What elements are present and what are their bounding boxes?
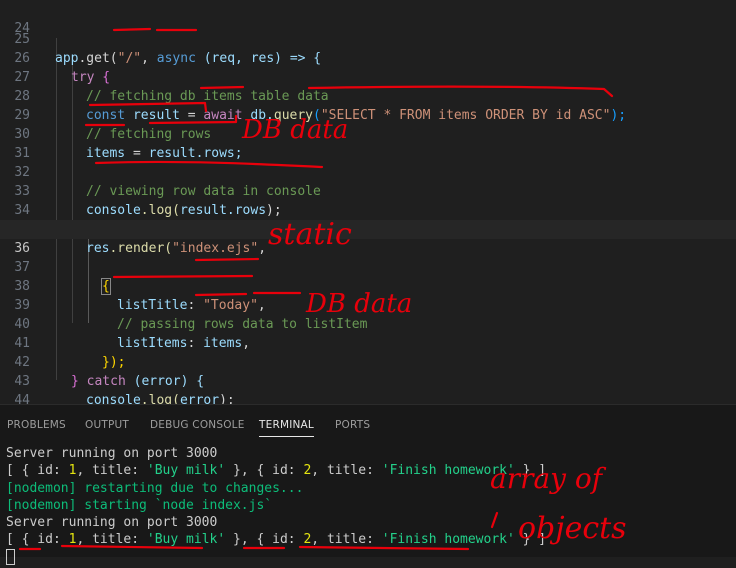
code-line: 44 } xyxy=(0,372,736,404)
tab-terminal[interactable]: TERMINAL xyxy=(259,419,314,437)
code-line: 26 try { xyxy=(0,30,736,85)
terminal-cursor xyxy=(6,548,15,565)
code-editor[interactable]: 24 25 app.get("/", async (req, res) => {… xyxy=(0,0,736,404)
code-line: 39 // passing rows data to listItem xyxy=(0,277,736,332)
terminal-output[interactable]: Server running on port 3000 [ { id: 1, t… xyxy=(6,445,736,566)
code-line: 31 xyxy=(0,125,736,161)
bottom-panel: PROBLEMS OUTPUT DEBUG CONSOLE TERMINAL P… xyxy=(0,404,736,565)
code-line: 33 console.log(result.rows); xyxy=(0,163,736,218)
tab-problems[interactable]: PROBLEMS xyxy=(7,419,66,431)
tab-output[interactable]: OUTPUT xyxy=(85,419,129,431)
panel-tabs: PROBLEMS OUTPUT DEBUG CONSOLE TERMINAL P… xyxy=(0,405,736,445)
terminal-line: [nodemon] starting `node index.js` xyxy=(6,497,273,513)
code-line: 25 app.get("/", async (req, res) => { xyxy=(0,11,736,66)
code-line: 38 listTitle: "Today", xyxy=(0,258,736,313)
terminal-line: Server running on port 3000 xyxy=(6,515,218,531)
terminal-prompt[interactable] xyxy=(6,548,736,566)
code-line: 29 // fetching rows xyxy=(0,87,736,142)
code-line: 41 }); xyxy=(0,315,736,370)
code-line: 40 listItems: items, xyxy=(0,296,736,351)
code-line: 30 items = result.rows; xyxy=(0,106,736,161)
code-line: 32 // viewing row data in console xyxy=(0,144,736,199)
code-line: 27 // fetching db items table data xyxy=(0,49,736,104)
terminal-line: [ { id: 1, title: 'Buy milk' }, { id: 2,… xyxy=(6,532,547,548)
tab-ports[interactable]: PORTS xyxy=(335,419,370,431)
code-line: 37 { xyxy=(0,239,736,295)
code-line-active: 36 xyxy=(0,220,736,256)
terminal-line: [ { id: 1, title: 'Buy milk' }, { id: 2,… xyxy=(6,463,547,479)
code-line: 45 }); xyxy=(0,391,736,404)
code-line: 35 res.render("index.ejs", xyxy=(0,201,736,256)
code-line: 42 } catch (error) { xyxy=(0,334,736,389)
terminal-line: Server running on port 3000 xyxy=(6,446,218,461)
tab-debug-console[interactable]: DEBUG CONSOLE xyxy=(150,419,245,431)
code-line: 28 const result = await db.query("SELECT… xyxy=(0,68,736,123)
code-line: 43 console.log(error); xyxy=(0,353,736,404)
code-line: 34 xyxy=(0,182,736,218)
terminal-line: [nodemon] restarting due to changes... xyxy=(6,480,304,496)
